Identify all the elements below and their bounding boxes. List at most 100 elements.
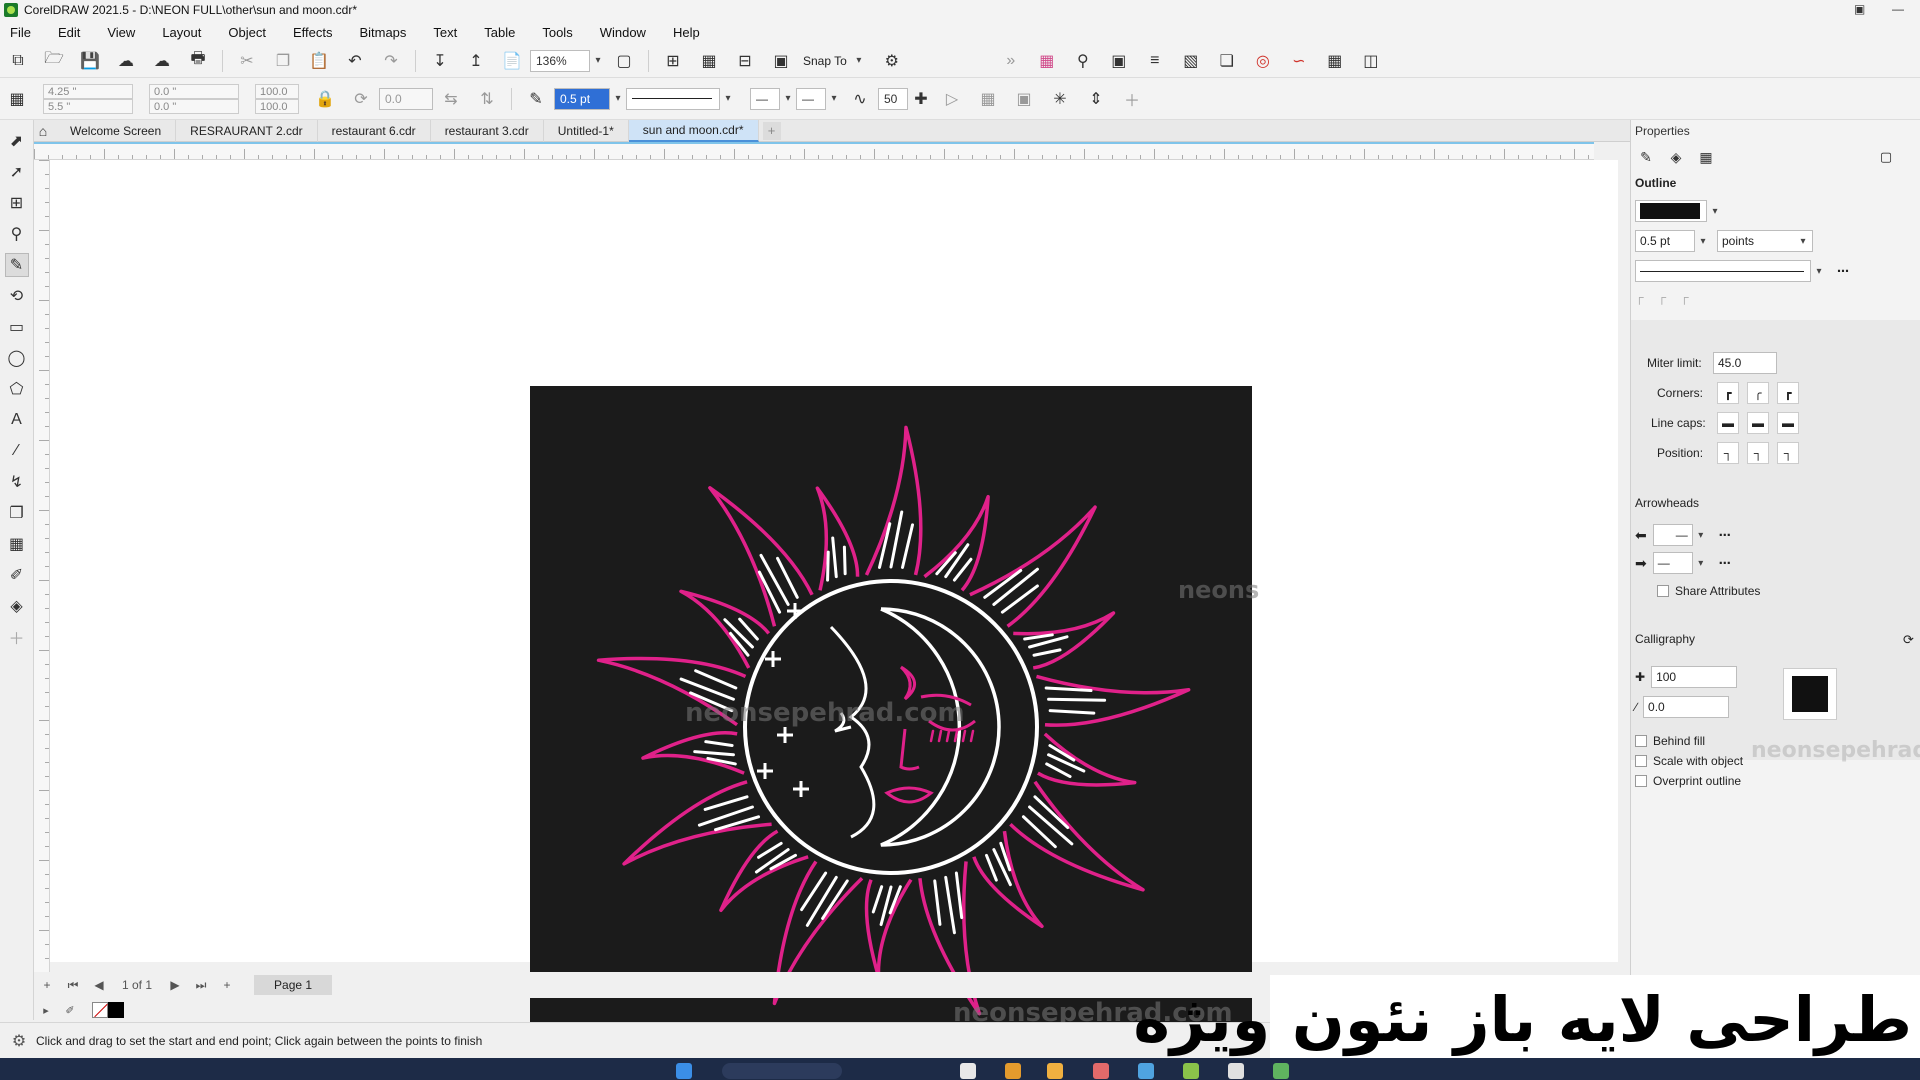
taskbar-app-icon-3[interactable] xyxy=(1093,1063,1109,1079)
line-style-dropdown-icon[interactable]: ▾ xyxy=(720,88,736,110)
start-arrow-select[interactable]: — xyxy=(1652,524,1693,546)
mirror-horizontal-icon[interactable]: ⇆ xyxy=(440,88,462,110)
panel-line-style-dropdown-icon[interactable]: ▾ xyxy=(1811,260,1827,282)
join-icon-1[interactable]: ┌ xyxy=(1635,290,1644,304)
options-gear-icon[interactable]: ⚙ xyxy=(881,50,903,72)
convert-icon[interactable]: ▧ xyxy=(1180,50,1202,72)
to-back-icon[interactable]: ▣ xyxy=(1013,88,1035,110)
new-document-icon[interactable]: ⧉ xyxy=(7,50,29,72)
curve-icon[interactable]: ∽ xyxy=(1288,50,1310,72)
end-arrowhead-field[interactable]: — xyxy=(796,87,826,110)
outline-width-field[interactable]: 0.5 pt xyxy=(554,87,610,110)
menu-table[interactable]: Table xyxy=(484,25,515,40)
print-icon[interactable]: 🖶 xyxy=(187,50,209,72)
tab-restaurant-3[interactable]: restaurant 3.cdr xyxy=(431,119,544,142)
x-position-field[interactable]: 4.25 " xyxy=(43,83,133,99)
panel-outline-width-field[interactable]: 0.5 pt xyxy=(1635,230,1695,252)
crop-tool-icon[interactable]: ⊞ xyxy=(5,191,29,215)
add-icon[interactable]: ＋ xyxy=(1121,88,1143,110)
line-style-more-icon[interactable]: ⋯ xyxy=(1837,264,1849,278)
menu-view[interactable]: View xyxy=(107,25,135,40)
add-page-before-icon[interactable]: + xyxy=(38,976,56,994)
y-position-field[interactable]: 5.5 " xyxy=(43,98,133,114)
publish-pdf-icon[interactable]: 📄 xyxy=(501,50,523,72)
tab-sun-and-moon[interactable]: sun and moon.cdr* xyxy=(628,119,759,142)
outline-pen-tab-icon[interactable]: ✎ xyxy=(1635,146,1657,168)
menu-help[interactable]: Help xyxy=(673,25,700,40)
previous-page-icon[interactable]: ◀ xyxy=(90,976,108,994)
tab-restaurant-6[interactable]: restaurant 6.cdr xyxy=(318,119,431,142)
page-1-tab[interactable]: Page 1 xyxy=(254,975,333,995)
end-arrow-more-icon[interactable]: ⋯ xyxy=(1719,556,1731,570)
taskbar-search-box[interactable] xyxy=(722,1063,842,1079)
end-arrow-dropdown-icon[interactable]: ▾ xyxy=(1693,552,1709,574)
import-icon[interactable]: ↧ xyxy=(429,50,451,72)
start-arrowhead-dropdown-icon[interactable]: ▾ xyxy=(780,88,796,110)
connector-tool-icon[interactable]: ↯ xyxy=(5,470,29,494)
more-icon[interactable]: » xyxy=(1000,50,1022,72)
menu-layout[interactable]: Layout xyxy=(162,25,201,40)
menu-bitmaps[interactable]: Bitmaps xyxy=(359,25,406,40)
bitmap-color-icon[interactable]: ▣ xyxy=(1108,50,1130,72)
mirror-vertical-icon[interactable]: ⇅ xyxy=(476,88,498,110)
outside-position-icon[interactable]: ┐ xyxy=(1717,442,1739,464)
units-dropdown-icon[interactable]: ▾ xyxy=(1795,230,1811,252)
end-arrowhead-dropdown-icon[interactable]: ▾ xyxy=(826,88,842,110)
zoom-dropdown-icon[interactable]: ▾ xyxy=(590,50,606,72)
center-position-icon[interactable]: ┐ xyxy=(1747,442,1769,464)
cloud-upload-icon[interactable]: ☁ xyxy=(115,50,137,72)
parallel-dimension-tool-icon[interactable]: ∕ xyxy=(5,439,29,463)
panel-outline-width-dropdown-icon[interactable]: ▾ xyxy=(1695,230,1711,252)
taskbar-app-icon-7[interactable] xyxy=(1273,1063,1289,1079)
outline-color-picker[interactable] xyxy=(1635,200,1707,222)
panel-frame-icon[interactable]: ▢ xyxy=(1875,146,1897,168)
polygon-tool-icon[interactable]: ⬠ xyxy=(5,377,29,401)
black-swatch[interactable] xyxy=(108,1002,124,1018)
miter-corner-icon[interactable]: ┏ xyxy=(1717,382,1739,404)
pick-tool-icon[interactable]: ⬈ xyxy=(5,129,29,153)
node-icon[interactable]: ✳ xyxy=(1049,88,1071,110)
scale-width-field[interactable]: 100.0 xyxy=(255,83,299,99)
round-cap-icon[interactable]: ▬ xyxy=(1747,412,1769,434)
undo-icon[interactable]: ↶ xyxy=(344,50,366,72)
add-tab-icon[interactable]: + xyxy=(762,121,781,140)
nib-preview[interactable] xyxy=(1783,668,1837,720)
object-origin-icon[interactable]: ▦ xyxy=(6,88,28,110)
outline-color-dropdown-icon[interactable]: ▾ xyxy=(1707,200,1723,222)
snap-to-label[interactable]: Snap To xyxy=(803,54,847,68)
stretch-field[interactable]: 100 xyxy=(1651,666,1738,688)
lens-icon[interactable]: ⚲ xyxy=(1072,50,1094,72)
drop-shadow-tool-icon[interactable]: ❐ xyxy=(5,501,29,525)
add-tool-icon[interactable]: ＋ xyxy=(5,625,29,649)
align-icon[interactable]: ≡ xyxy=(1144,50,1166,72)
show-guidelines-icon[interactable]: ⊟ xyxy=(734,50,756,72)
snap-icon[interactable]: ▣ xyxy=(770,50,792,72)
taskbar-app-icon-1[interactable] xyxy=(1005,1063,1021,1079)
menu-effects[interactable]: Effects xyxy=(293,25,333,40)
open-icon[interactable]: 🗁 xyxy=(43,50,65,72)
interactive-fill-tool-icon[interactable]: ◈ xyxy=(5,594,29,618)
show-rulers-icon[interactable]: ⊞ xyxy=(662,50,684,72)
rectangle-tool-icon[interactable]: ▭ xyxy=(5,315,29,339)
zoom-level-field[interactable]: 136% xyxy=(530,49,590,72)
distribute-icon[interactable]: ⇕ xyxy=(1085,88,1107,110)
paste-icon[interactable]: 📋 xyxy=(308,50,330,72)
taskbar-app-icon-5[interactable] xyxy=(1183,1063,1199,1079)
status-gear-icon[interactable]: ⚙ xyxy=(10,1032,28,1050)
shape-tool-icon[interactable]: ➚ xyxy=(5,160,29,184)
nib-angle-field[interactable]: 0.0 xyxy=(1643,696,1730,718)
menu-window[interactable]: Window xyxy=(600,25,646,40)
join-icon-2[interactable]: ┌ xyxy=(1658,290,1667,304)
square-cap-icon[interactable]: ▬ xyxy=(1777,412,1799,434)
freehand-tool-icon[interactable]: ✎ xyxy=(4,253,29,277)
target-icon[interactable]: ◎ xyxy=(1252,50,1274,72)
overprint-outline-checkbox[interactable] xyxy=(1635,775,1647,787)
text-tool-icon[interactable]: A xyxy=(5,408,29,432)
start-arrow-more-icon[interactable]: ⋯ xyxy=(1719,528,1731,542)
sun-and-moon-artwork[interactable]: neonsepehrad.com neonsepehrad.com neons xyxy=(530,386,1259,1066)
palette-eyedropper-icon[interactable]: ✐ xyxy=(62,1002,78,1018)
eyedropper-tool-icon[interactable]: ✐ xyxy=(5,563,29,587)
reset-icon[interactable]: ⟳ xyxy=(1903,632,1914,648)
menu-object[interactable]: Object xyxy=(228,25,266,40)
next-page-icon[interactable]: ▶ xyxy=(166,976,184,994)
